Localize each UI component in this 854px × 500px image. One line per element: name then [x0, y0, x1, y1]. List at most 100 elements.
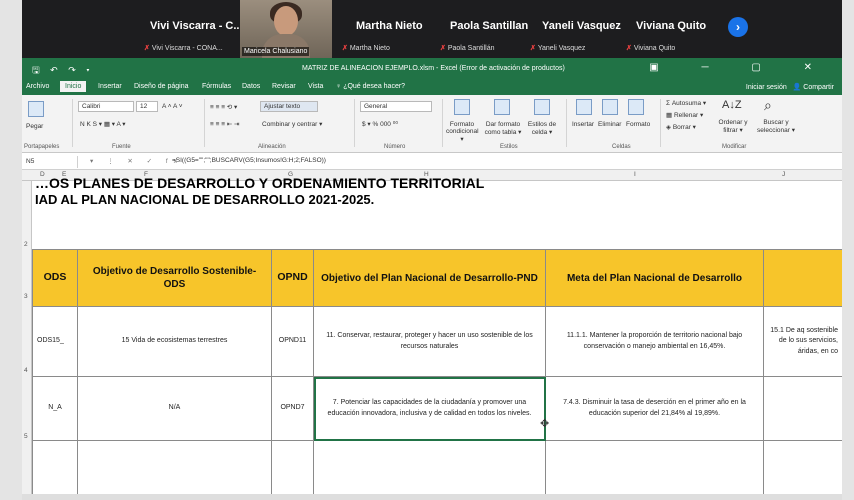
paste-button[interactable]: Pegar: [26, 123, 43, 130]
font-format-buttons[interactable]: N K S ▾ ▦ ▾ A ▾: [80, 120, 126, 128]
participant-sublabel: Paola Santillán: [440, 44, 495, 52]
tab-diseno-pagina[interactable]: Diseño de página: [134, 83, 189, 90]
align-bottom-icons[interactable]: ≡ ≡ ≡ ⇤ ⇥: [210, 120, 240, 128]
table-cell-pnd-objective[interactable]: 11. Conservar, restaurar, proteger y hac…: [314, 307, 546, 377]
format-as-table-icon[interactable]: [494, 99, 510, 115]
header-cell-pnd-objective[interactable]: Objetivo del Plan Nacional de Desarrollo…: [314, 249, 546, 307]
wrap-text-button[interactable]: Ajustar texto: [260, 101, 318, 112]
format-as-table-button[interactable]: Dar formato como tabla ▾: [484, 121, 522, 136]
sheet-tabs-bar[interactable]: [22, 494, 842, 500]
formula-bar-icons[interactable]: ▾ ⋮ ✕ ✓ fx: [90, 157, 183, 165]
table-cell-opnd[interactable]: OPND7: [272, 377, 314, 441]
font-size-select[interactable]: 12: [136, 101, 158, 112]
formula-input[interactable]: =SI((G5="";"";BUSCARV(G5;Insumos!G:H;2;F…: [172, 157, 326, 164]
table-cell-extra[interactable]: 15.1 De aq sostenible de lo sus servicio…: [764, 307, 842, 377]
fill-down-icon: ▦: [666, 112, 674, 119]
alignment-group-label: Alineación: [258, 144, 286, 150]
find-select-button[interactable]: Buscar y seleccionar ▾: [756, 119, 796, 134]
column-header[interactable]: I: [634, 171, 636, 178]
table-cell-pnd-goal[interactable]: 11.1.1. Mantener la proporción de territ…: [546, 307, 764, 377]
autosum-button[interactable]: Σ Autosuma ▾: [666, 99, 706, 107]
table-cell-empty[interactable]: [32, 441, 78, 500]
format-cells-icon[interactable]: [628, 99, 644, 115]
conditional-format-button[interactable]: Formato condicional ▾: [446, 121, 479, 143]
sheet-title: IAD AL PLAN NACIONAL DE DESARROLLO 2021-…: [35, 192, 375, 207]
search-icon[interactable]: ⌕: [764, 97, 772, 114]
number-format-select[interactable]: General: [360, 101, 432, 112]
table-cell-pnd-objective-selected[interactable]: 7. Potenciar las capacidades de la ciuda…: [314, 377, 546, 441]
sort-filter-icon[interactable]: A↓Z: [722, 99, 742, 111]
header-cell-opnd[interactable]: OPND: [272, 249, 314, 307]
table-cell-ods-objective[interactable]: N/A: [78, 377, 272, 441]
name-box[interactable]: N5: [22, 156, 78, 168]
tab-datos[interactable]: Datos: [242, 83, 260, 90]
table-cell-empty[interactable]: [764, 441, 842, 500]
sort-filter-button[interactable]: Ordenar y filtrar ▾: [716, 119, 750, 134]
tab-vista[interactable]: Vista: [308, 83, 323, 90]
table-cell-empty[interactable]: [314, 441, 546, 500]
header-cell-ods[interactable]: ODS: [32, 249, 78, 307]
window-controls[interactable]: ▣ ─ ▢ ✕: [649, 62, 832, 73]
account-area: Iniciar sesión 👤 Compartir: [746, 83, 834, 91]
number-format-buttons[interactable]: $ ▾ % 000 ⁰⁰: [362, 120, 398, 128]
quick-access-toolbar[interactable]: 🖫 ↶ ↷ ▾: [32, 63, 94, 79]
format-cells-button[interactable]: Formato: [626, 121, 650, 128]
table-cell-pnd-goal[interactable]: 7.4.3. Disminuir la tasa de deserción en…: [546, 377, 764, 441]
participant-camera-video[interactable]: Maricela Chalusiano: [240, 0, 332, 58]
worksheet[interactable]: …OS PLANES DE DESARROLLO Y ORDENAMIENTO …: [32, 175, 842, 500]
share-button[interactable]: Compartir: [803, 84, 834, 91]
header-cell-ods-objective[interactable]: Objetivo de Desarrollo Sostenible-ODS: [78, 249, 272, 307]
number-group-label: Número: [384, 144, 406, 150]
table-cell-empty[interactable]: [78, 441, 272, 500]
group-separator: [442, 99, 443, 147]
tab-insertar[interactable]: Insertar: [98, 83, 122, 90]
conditional-format-icon[interactable]: [454, 99, 470, 115]
paste-icon[interactable]: [28, 101, 44, 117]
row-header[interactable]: 5: [24, 433, 28, 440]
eraser-icon: ◈: [666, 124, 673, 131]
font-grow-shrink[interactable]: A ˄ A ˅: [162, 103, 183, 110]
sign-in-link[interactable]: Iniciar sesión: [746, 84, 787, 91]
cell-styles-icon[interactable]: [534, 99, 550, 115]
tab-formulas[interactable]: Fórmulas: [202, 83, 231, 90]
group-separator: [566, 99, 567, 147]
insert-cells-icon[interactable]: [576, 99, 592, 115]
fill-button[interactable]: ▦ Rellenar ▾: [666, 111, 703, 119]
table-cell-empty[interactable]: [272, 441, 314, 500]
font-name-select[interactable]: Calibri: [78, 101, 134, 112]
cell-styles-button[interactable]: Estilos de celda ▾: [526, 121, 558, 136]
table-cell-empty[interactable]: [546, 441, 764, 500]
camera-name-label: Maricela Chalusiano: [242, 47, 310, 56]
row-header[interactable]: 3: [24, 293, 28, 300]
align-top-icons[interactable]: ≡ ≡ ≡ ⟲ ▾: [210, 103, 237, 111]
tell-me-search[interactable]: ♀ ¿Qué desea hacer?: [336, 83, 405, 90]
table-cell-extra[interactable]: [764, 377, 842, 441]
delete-cells-button[interactable]: Eliminar: [598, 121, 621, 128]
row-header[interactable]: 2: [24, 241, 28, 248]
ribbon-tabs: Archivo Inicio Insertar Diseño de página…: [22, 80, 842, 95]
tab-inicio[interactable]: Inicio: [60, 81, 87, 92]
screen: Vivi Viscarra - C... Vivi Viscarra - CON…: [0, 0, 854, 500]
insert-cells-button[interactable]: Insertar: [572, 121, 594, 128]
merge-center-button[interactable]: Combinar y centrar ▾: [262, 120, 322, 128]
tab-archivo[interactable]: Archivo: [26, 83, 49, 90]
table-cell-ods-code[interactable]: ODS15_: [32, 307, 78, 377]
table-cell-opnd[interactable]: OPND11: [272, 307, 314, 377]
header-cell-extra[interactable]: [764, 249, 842, 307]
participant-name: Vivi Viscarra - C...: [150, 20, 243, 32]
participant-name: Viviana Quito: [636, 20, 707, 32]
table-cell-ods-objective[interactable]: 15 Vida de ecosistemas terrestres: [78, 307, 272, 377]
row-header[interactable]: 4: [24, 367, 28, 374]
delete-cells-icon[interactable]: [602, 99, 618, 115]
clear-button[interactable]: ◈ Borrar ▾: [666, 123, 696, 131]
tab-revisar[interactable]: Revisar: [272, 83, 296, 90]
chevron-right-icon[interactable]: ›: [728, 17, 748, 37]
table-cell-ods-code[interactable]: N_A: [32, 377, 78, 441]
video-call-strip: Vivi Viscarra - C... Vivi Viscarra - CON…: [22, 0, 842, 58]
styles-group-label: Estilos: [500, 144, 518, 150]
participant-sublabel: Martha Nieto: [342, 44, 390, 52]
header-cell-pnd-goal[interactable]: Meta del Plan Nacional de Desarrollo: [546, 249, 764, 307]
participant-sublabel: Viviana Quito: [626, 44, 676, 52]
participant-sublabel: Vivi Viscarra - CONA...: [144, 44, 223, 52]
column-header[interactable]: J: [782, 171, 785, 178]
